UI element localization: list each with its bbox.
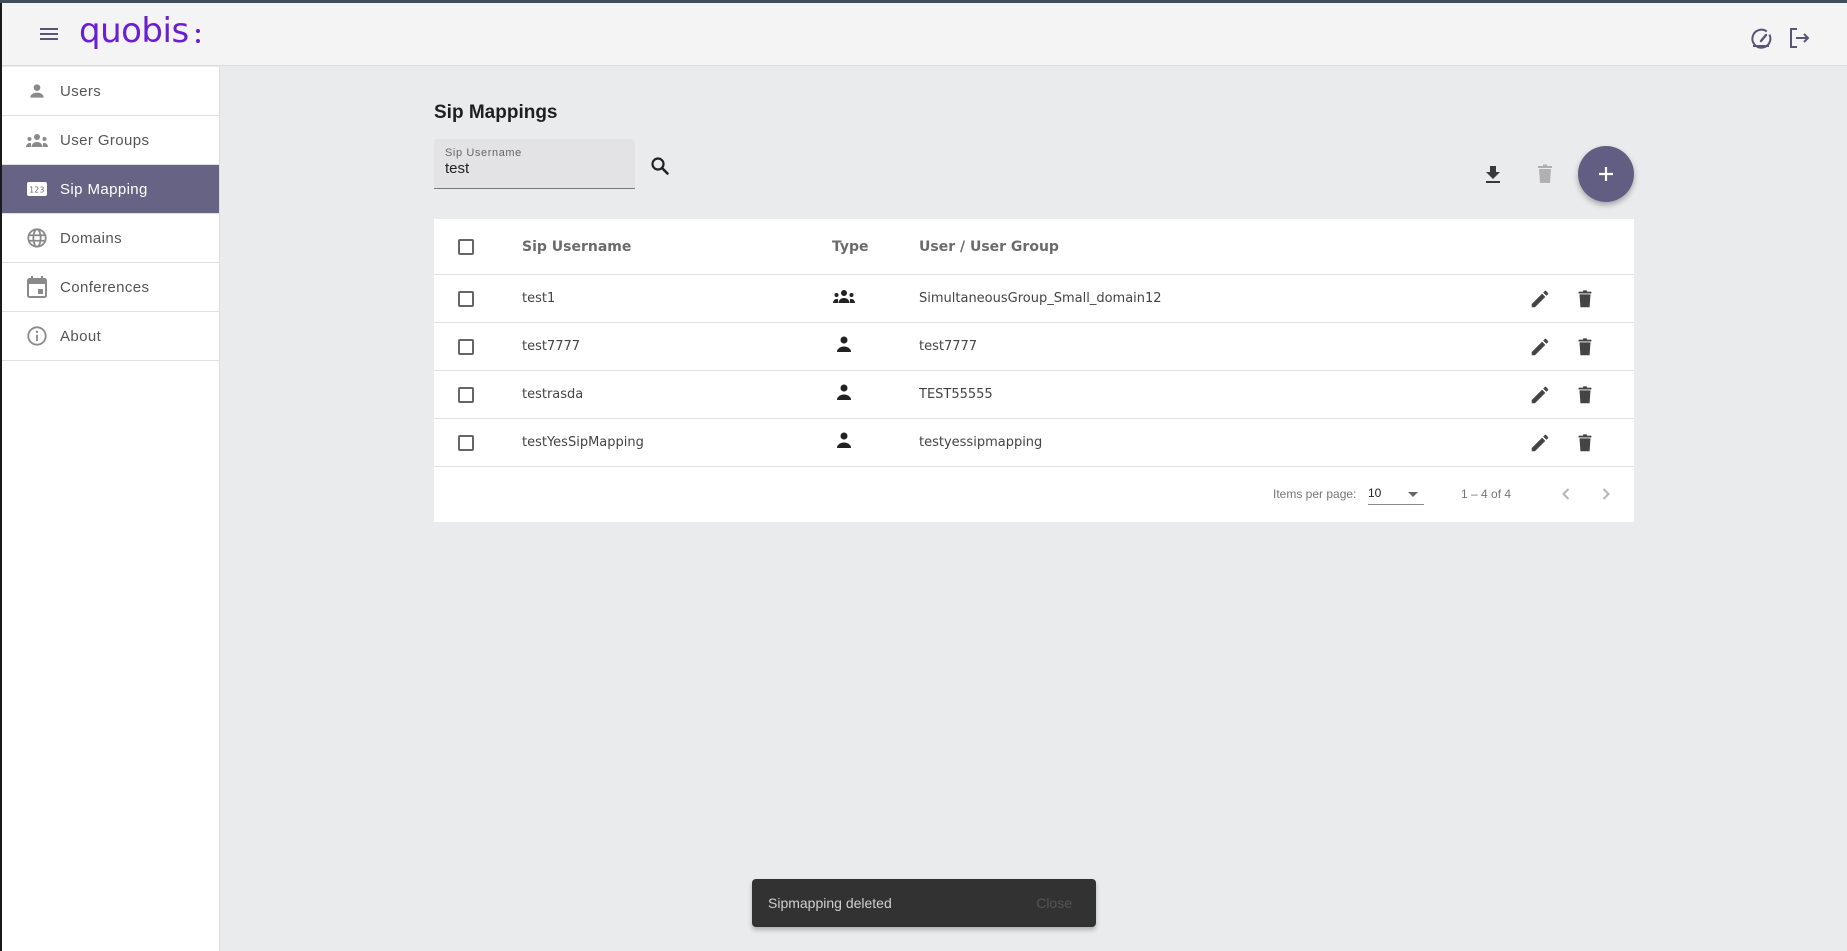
download-icon[interactable] <box>1481 162 1505 186</box>
select-all-checkbox[interactable] <box>458 238 474 255</box>
items-per-page-label: Items per page: <box>1273 487 1357 501</box>
groups-icon <box>24 129 50 151</box>
sidebar-item-about[interactable]: About <box>0 312 219 361</box>
snackbar: Sipmapping deleted Close <box>752 879 1096 927</box>
sip-username-cell: testYesSipMapping <box>522 435 644 450</box>
user-group-cell: testyessipmapping <box>919 435 1043 450</box>
sip-mappings-table: Sip Username Type User / User Group test… <box>434 219 1634 522</box>
add-sip-mapping-button[interactable] <box>1578 146 1634 202</box>
chevron-left-icon <box>1562 488 1570 500</box>
items-per-page-select[interactable]: 10 <box>1368 483 1424 505</box>
plus-icon <box>1599 167 1613 181</box>
groups-icon <box>832 288 856 310</box>
sidebar-item-label: Conferences <box>60 278 150 296</box>
table-row: test1 SimultaneousGroup_Small_domain12 <box>434 275 1634 323</box>
person-icon <box>832 431 856 455</box>
sidebar-item-conferences[interactable]: Conferences <box>0 263 219 312</box>
column-header-sip-username[interactable]: Sip Username <box>522 219 631 274</box>
bulk-delete-icon[interactable] <box>1533 162 1557 186</box>
info-icon <box>24 325 50 347</box>
app-header: quobis <box>0 3 1847 66</box>
search-field-label: Sip Username <box>445 147 522 159</box>
logo: quobis <box>79 11 189 51</box>
row-checkbox[interactable] <box>458 386 474 403</box>
sidebar-item-user-groups[interactable]: User Groups <box>0 116 219 165</box>
sidebar-item-label: About <box>60 327 102 345</box>
items-per-page-value: 10 <box>1368 486 1382 500</box>
paginator: Items per page: 10 1 – 4 of 4 <box>434 466 1634 522</box>
sidebar-item-label: Sip Mapping <box>60 180 148 198</box>
globe-icon <box>24 227 50 249</box>
delete-icon[interactable] <box>1573 431 1597 455</box>
svg-text:123: 123 <box>29 186 45 195</box>
row-checkbox[interactable] <box>458 338 474 355</box>
row-checkbox[interactable] <box>458 290 474 307</box>
sidebar-item-sip-mapping[interactable]: 123 Sip Mapping <box>0 165 219 214</box>
sip-username-search-field[interactable]: Sip Username <box>434 139 635 189</box>
user-group-cell: TEST55555 <box>919 387 993 402</box>
sidebar-item-label: Domains <box>60 229 122 247</box>
page-range-label: 1 – 4 of 4 <box>1461 487 1512 501</box>
column-header-type: Type <box>832 238 869 255</box>
previous-page-button[interactable] <box>1554 482 1578 506</box>
sidebar-nav: Users User Groups 123 Sip Mapping Domain… <box>0 67 220 951</box>
snackbar-close-button[interactable]: Close <box>1036 895 1072 911</box>
dropdown-arrow-icon <box>1408 492 1418 497</box>
page-title: Sip Mappings <box>434 102 558 123</box>
table-row: testYesSipMapping testyessipmapping <box>434 419 1634 467</box>
edit-icon[interactable] <box>1528 287 1552 311</box>
user-group-cell: test7777 <box>919 339 978 354</box>
delete-icon[interactable] <box>1573 383 1597 407</box>
chevron-right-icon <box>1602 488 1610 500</box>
sip-username-cell: test1 <box>522 291 556 306</box>
delete-icon[interactable] <box>1573 287 1597 311</box>
search-icon[interactable] <box>648 154 672 178</box>
sidebar-item-label: User Groups <box>60 131 150 149</box>
row-checkbox[interactable] <box>458 434 474 451</box>
delete-icon[interactable] <box>1573 335 1597 359</box>
sidebar-item-label: Users <box>60 82 102 100</box>
person-icon <box>832 335 856 359</box>
table-row: testrasda TEST55555 <box>434 371 1634 419</box>
table-row: test7777 test7777 <box>434 323 1634 371</box>
sip-username-cell: test7777 <box>522 339 581 354</box>
person-icon <box>832 383 856 407</box>
logout-icon[interactable] <box>1787 26 1811 50</box>
edit-icon[interactable] <box>1528 335 1552 359</box>
edit-icon[interactable] <box>1528 431 1552 455</box>
calendar-icon <box>24 276 50 298</box>
person-icon <box>24 80 50 102</box>
sidebar-item-domains[interactable]: Domains <box>0 214 219 263</box>
menu-icon[interactable] <box>36 25 62 45</box>
user-group-cell: SimultaneousGroup_Small_domain12 <box>919 291 1162 306</box>
next-page-button[interactable] <box>1594 482 1618 506</box>
sip-username-search-input[interactable] <box>445 160 624 177</box>
table-header-row: Sip Username Type User / User Group <box>434 219 1634 275</box>
edit-icon[interactable] <box>1528 383 1552 407</box>
pin-123-icon: 123 <box>24 178 50 200</box>
snackbar-message: Sipmapping deleted <box>768 895 892 911</box>
column-header-user-group: User / User Group <box>919 238 1059 255</box>
dashboard-speedometer-icon[interactable] <box>1749 26 1773 50</box>
window-left-edge <box>0 3 2 951</box>
sip-username-cell: testrasda <box>522 387 584 402</box>
sidebar-item-users[interactable]: Users <box>0 67 219 116</box>
logo-dots-icon <box>196 29 202 47</box>
